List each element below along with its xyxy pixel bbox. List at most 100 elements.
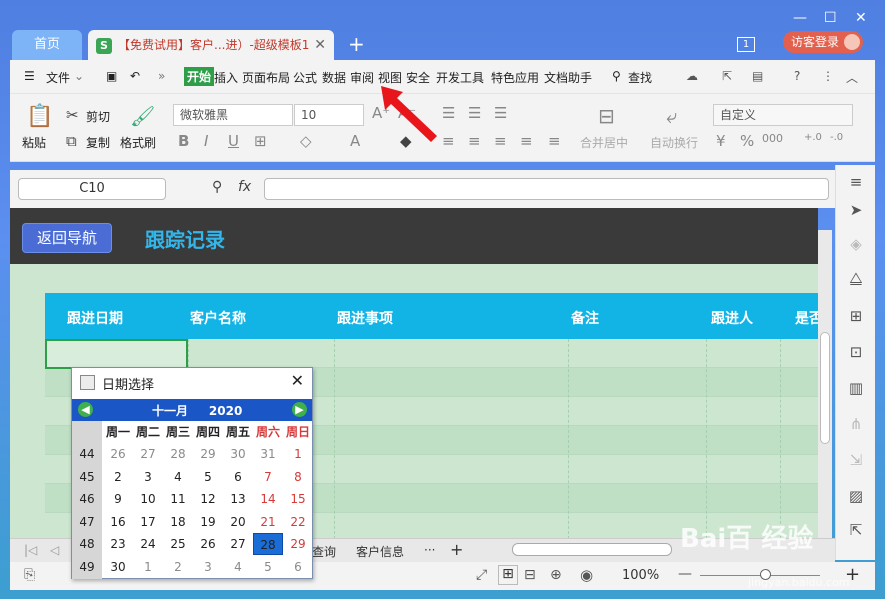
- calendar-day[interactable]: 16: [103, 511, 133, 533]
- calendar-day[interactable]: 20: [223, 511, 253, 533]
- align-bottom-icon[interactable]: ☰: [494, 104, 507, 122]
- calendar-day[interactable]: 28: [163, 443, 193, 465]
- calendar-day[interactable]: 30: [103, 556, 133, 578]
- calendar-day[interactable]: 9: [103, 488, 133, 510]
- calendar-day[interactable]: 7: [253, 466, 283, 488]
- picture-icon[interactable]: ▨: [846, 487, 866, 507]
- align-right-icon[interactable]: ≡: [494, 132, 507, 150]
- distribute-icon[interactable]: ≡: [548, 132, 561, 150]
- calendar-day[interactable]: 10: [133, 488, 163, 510]
- column-header[interactable]: 跟进事项: [337, 308, 393, 328]
- menu-features[interactable]: 特色应用: [491, 69, 539, 86]
- calendar-day[interactable]: 1: [133, 556, 163, 578]
- fill-color-icon[interactable]: ◇: [300, 132, 312, 150]
- close-icon[interactable]: ✕: [291, 371, 304, 390]
- calendar-day[interactable]: 6: [283, 556, 313, 578]
- calendar-day[interactable]: 29: [193, 443, 223, 465]
- zoom-level[interactable]: 100%: [622, 568, 659, 583]
- calendar-day[interactable]: 21: [253, 511, 283, 533]
- collapse-panel-icon[interactable]: ≡: [846, 173, 866, 193]
- menu-page-layout[interactable]: 页面布局: [242, 69, 290, 86]
- maximize-icon[interactable]: ☐: [824, 10, 837, 26]
- calendar-day[interactable]: 13: [223, 488, 253, 510]
- fullscreen-icon[interactable]: ⤢: [476, 567, 487, 583]
- calendar-day[interactable]: 27: [133, 443, 163, 465]
- menu-insert[interactable]: 插入: [214, 69, 238, 86]
- auto-wrap-button[interactable]: 自动换行: [650, 134, 698, 151]
- calendar-day[interactable]: 29: [283, 533, 313, 555]
- copy-button[interactable]: 复制: [86, 134, 110, 151]
- calendar-day[interactable]: 2: [163, 556, 193, 578]
- calendar-day[interactable]: 18: [163, 511, 193, 533]
- horizontal-scroll-thumb[interactable]: [512, 543, 672, 556]
- column-header[interactable]: 跟进日期: [67, 308, 123, 328]
- add-sheet-icon[interactable]: +: [450, 540, 463, 559]
- hamburger-icon[interactable]: ☰: [24, 69, 35, 83]
- column-header[interactable]: 跟进人: [711, 308, 753, 328]
- percent-icon[interactable]: %: [740, 132, 754, 150]
- zoom-search-icon[interactable]: ⚲: [212, 179, 222, 195]
- calendar-day[interactable]: 22: [283, 511, 313, 533]
- calendar-day[interactable]: 31: [253, 443, 283, 465]
- more-icon[interactable]: »: [158, 69, 165, 83]
- underline-icon[interactable]: U: [228, 132, 239, 150]
- prev-sheet-icon[interactable]: ◁: [50, 543, 59, 557]
- menu-file[interactable]: 文件: [46, 69, 70, 86]
- menu-home[interactable]: 开始: [184, 67, 215, 86]
- login-button[interactable]: 访客登录: [783, 31, 863, 53]
- bold-icon[interactable]: B: [178, 132, 189, 150]
- share-icon[interactable]: ⇱: [722, 69, 732, 83]
- calendar-day[interactable]: 24: [133, 533, 163, 555]
- tab-home[interactable]: 首页: [12, 30, 82, 60]
- calendar-day[interactable]: 19: [193, 511, 223, 533]
- more-sheets-icon[interactable]: ···: [424, 543, 435, 557]
- number-format-select[interactable]: 自定义: [713, 104, 853, 126]
- chart-icon[interactable]: ▥: [846, 379, 866, 399]
- style-icon[interactable]: ⧋: [846, 269, 866, 289]
- help-icon[interactable]: ?: [794, 69, 800, 83]
- menu-formula[interactable]: 公式: [293, 69, 317, 86]
- save-icon[interactable]: ▣: [106, 69, 117, 83]
- paste-icon[interactable]: 📋: [26, 104, 53, 129]
- add-tab-button[interactable]: +: [348, 32, 365, 56]
- eye-protection-icon[interactable]: ◉: [580, 566, 593, 584]
- calendar-day[interactable]: 3: [193, 556, 223, 578]
- vertical-scroll-thumb[interactable]: [820, 332, 830, 444]
- share-out-icon[interactable]: ⇱: [846, 521, 866, 541]
- font-size-select[interactable]: 10: [294, 104, 364, 126]
- page-break-icon[interactable]: ⊟: [524, 567, 536, 583]
- calendar-day[interactable]: 15: [283, 488, 313, 510]
- calendar-day[interactable]: 3: [133, 466, 163, 488]
- calendar-day[interactable]: 5: [253, 556, 283, 578]
- fx-button[interactable]: fx: [238, 179, 251, 195]
- selected-cell[interactable]: [45, 339, 188, 369]
- calendar-day[interactable]: 26: [103, 443, 133, 465]
- page-layout-icon[interactable]: ⊕: [550, 567, 562, 583]
- calendar-day[interactable]: 2: [103, 466, 133, 488]
- back-navigation-button[interactable]: 返回导航: [22, 223, 112, 253]
- normal-view-icon[interactable]: ⊞: [498, 565, 518, 585]
- calendar-day[interactable]: 17: [133, 511, 163, 533]
- calendar-day[interactable]: 27: [223, 533, 253, 555]
- calendar-day[interactable]: 28: [253, 533, 283, 555]
- menu-data[interactable]: 数据: [322, 69, 346, 86]
- search-icon[interactable]: ⚲: [612, 69, 621, 83]
- column-header[interactable]: 客户名称: [190, 308, 246, 328]
- cloud-icon[interactable]: ☁: [686, 69, 698, 83]
- font-color-icon[interactable]: A: [350, 132, 360, 150]
- calendar-day[interactable]: 25: [163, 533, 193, 555]
- align-center-icon[interactable]: ≡: [468, 132, 481, 150]
- border-icon[interactable]: ⊞: [254, 132, 267, 150]
- clipboard-icon[interactable]: ▤: [752, 69, 763, 83]
- align-middle-icon[interactable]: ☰: [468, 104, 481, 122]
- close-window-icon[interactable]: ✕: [855, 10, 867, 26]
- table-icon[interactable]: ⊞: [846, 307, 866, 327]
- font-name-select[interactable]: 微软雅黑: [173, 104, 293, 126]
- shapes-icon[interactable]: ◈: [846, 235, 866, 255]
- cut-button[interactable]: 剪切: [86, 108, 110, 125]
- thousands-icon[interactable]: 000: [762, 132, 783, 145]
- calendar-day[interactable]: 14: [253, 488, 283, 510]
- tab-document[interactable]: S 【免费试用】客户...进）-超级模板1 ✕: [88, 30, 334, 60]
- macro-icon[interactable]: ⎘: [24, 567, 35, 583]
- calendar-day[interactable]: 4: [163, 466, 193, 488]
